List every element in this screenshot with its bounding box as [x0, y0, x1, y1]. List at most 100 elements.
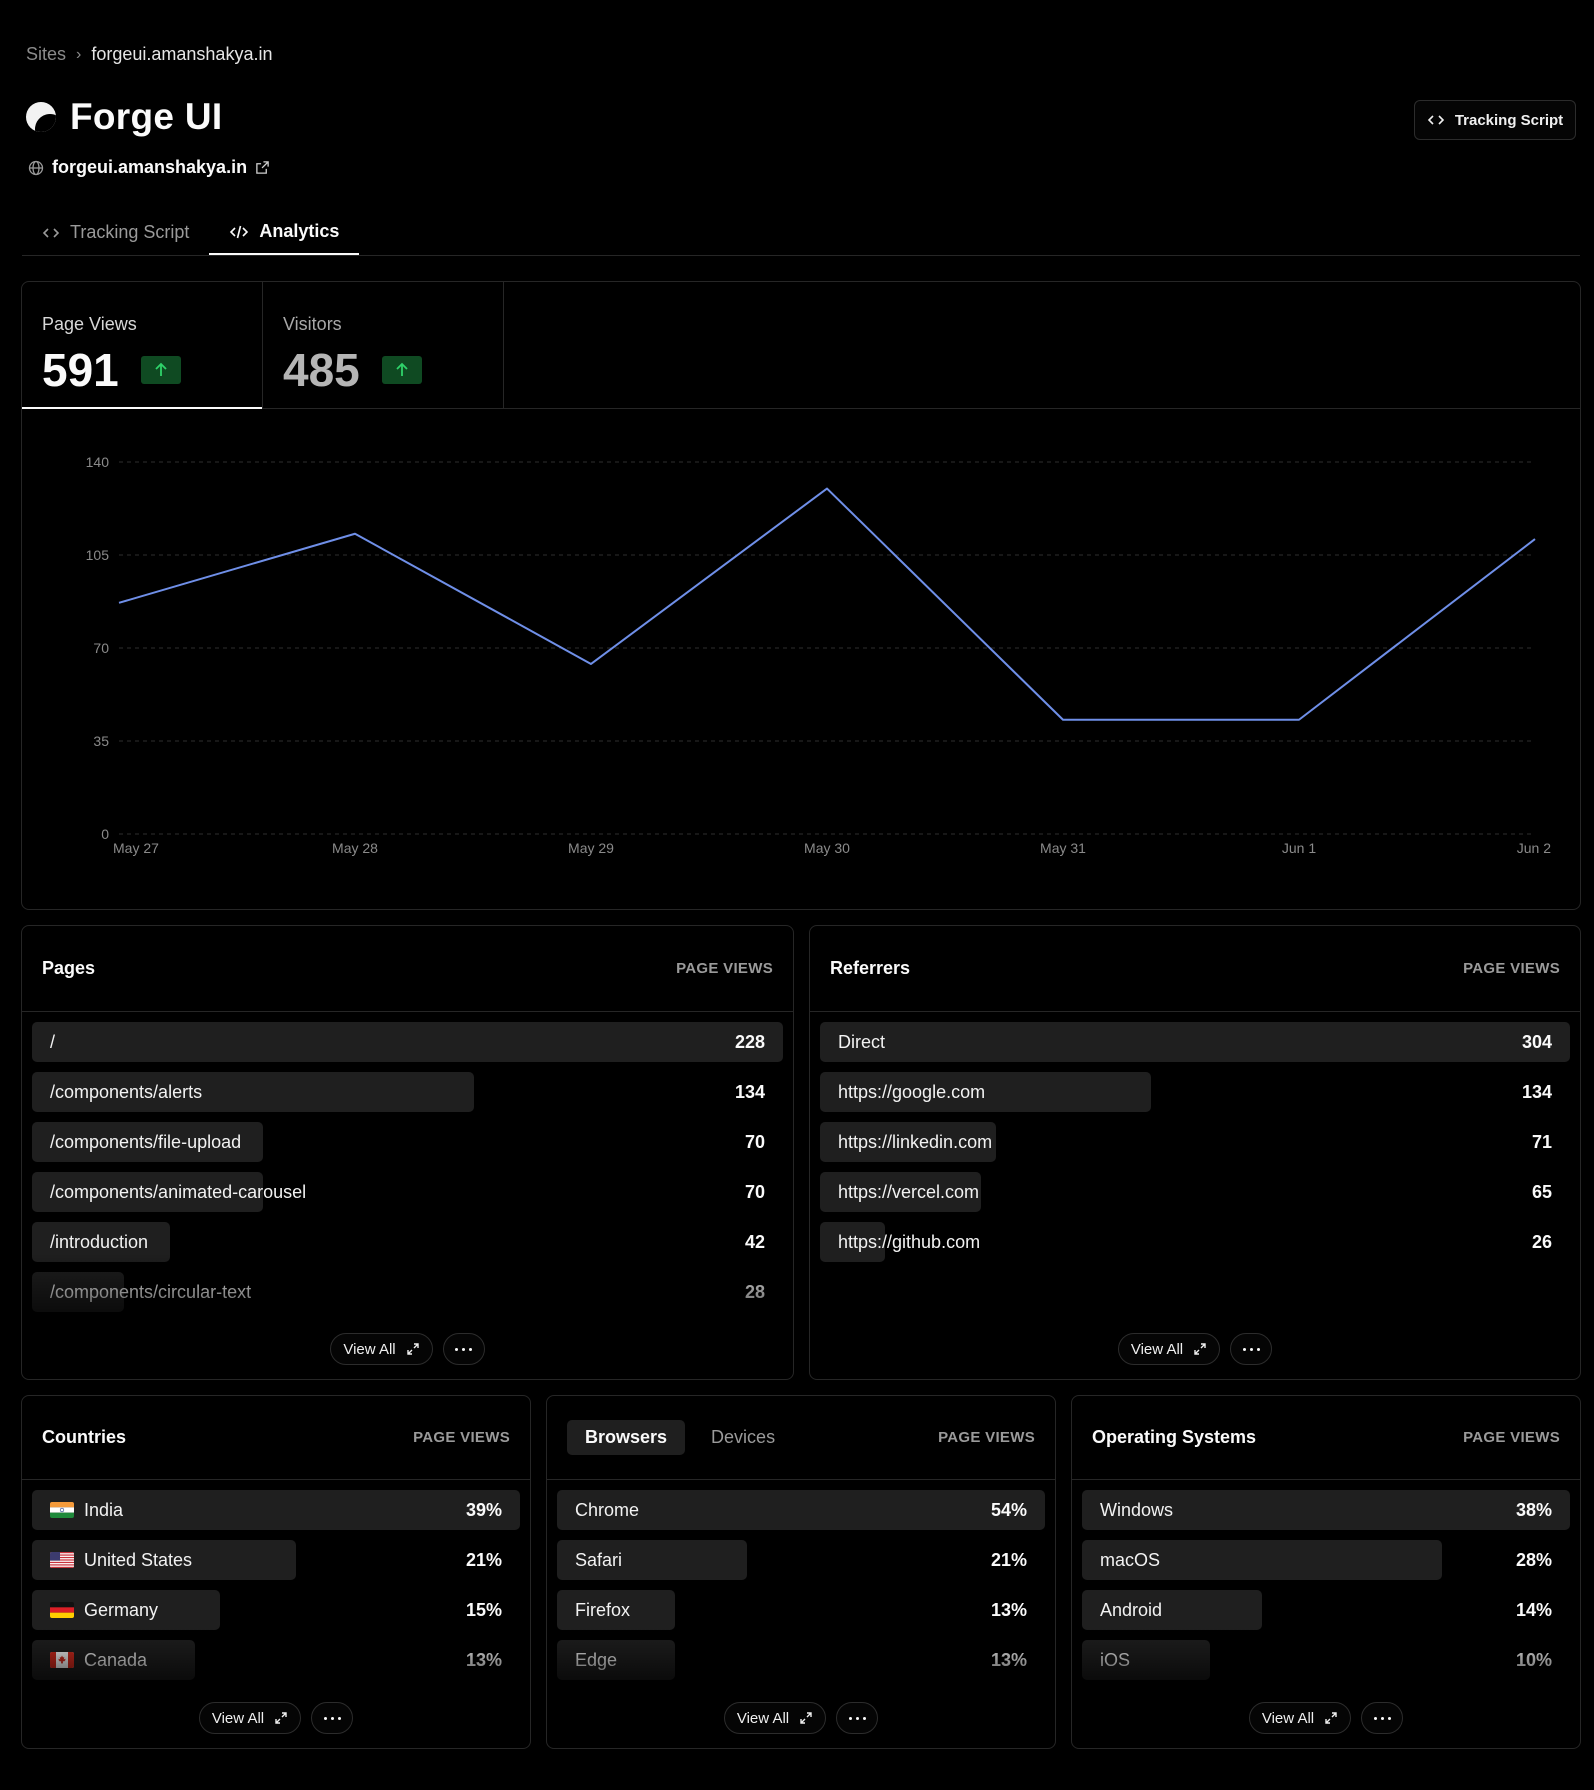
countries-row-india[interactable]: India 39%	[32, 1490, 520, 1530]
y-tick-label: 35	[93, 733, 109, 749]
column-header: PAGE VIEWS	[1463, 1429, 1560, 1446]
view-all-button[interactable]: View All	[1117, 1333, 1221, 1365]
chevron-right-icon: ›	[76, 45, 82, 63]
view-all-label: View All	[1130, 1340, 1184, 1358]
browsers-list: Chrome 54% Safari 21% Firefox 13% Edge 13%	[547, 1480, 1055, 1680]
row-value: 70	[744, 1131, 765, 1152]
row-value: 10%	[1515, 1649, 1552, 1670]
browsers-row-firefox[interactable]: Firefox 13%	[557, 1590, 1045, 1630]
expand-icon	[406, 1343, 419, 1355]
code-xml-icon	[230, 225, 249, 238]
row-value: 304	[1521, 1031, 1552, 1052]
analytics-chart-card: Page Views 591 Visitors 485 0 35 70 105 140 M…	[21, 281, 1581, 910]
code-icon	[1427, 115, 1444, 125]
browsers-row-safari[interactable]: Safari 21%	[557, 1540, 1045, 1580]
row-share-bar	[32, 1022, 783, 1062]
page-title: Forge UI	[70, 96, 223, 137]
tab-devices[interactable]: Devices	[693, 1420, 793, 1455]
view-all-button[interactable]: View All	[1248, 1702, 1352, 1734]
row-value: 42	[744, 1231, 765, 1252]
view-all-button[interactable]: View All	[330, 1333, 433, 1365]
pages-row-components-animated-carousel[interactable]: /components/animated-carousel 70	[32, 1172, 783, 1212]
countries-row-canada[interactable]: Canada 13%	[32, 1640, 520, 1680]
row-value: 26	[1531, 1231, 1552, 1252]
countries-row-united-states[interactable]: United States 21%	[32, 1540, 520, 1580]
view-all-button[interactable]: View All	[198, 1702, 302, 1734]
more-horizontal-icon	[848, 1716, 866, 1720]
y-tick-label: 70	[93, 640, 109, 656]
row-value: 134	[734, 1081, 765, 1102]
series-line	[118, 487, 1536, 721]
pages-row-root[interactable]: / 228	[32, 1022, 783, 1062]
referrers-card: Referrers PAGE VIEWS Direct 304 https://go…	[809, 925, 1581, 1380]
row-label: Firefox	[575, 1599, 631, 1620]
browsers-row-chrome[interactable]: Chrome 54%	[557, 1490, 1045, 1530]
browsers-row-edge[interactable]: Edge 13%	[557, 1640, 1045, 1680]
site-domain[interactable]: forgeui.amanshakya.in	[28, 157, 270, 178]
row-label: https://vercel.com	[838, 1181, 980, 1202]
pages-row-components-file-upload[interactable]: /components/file-upload 70	[32, 1122, 783, 1162]
stat-page-views[interactable]: Page Views 591	[22, 282, 263, 409]
more-options-button[interactable]	[1230, 1333, 1273, 1365]
card-title: Countries	[42, 1427, 127, 1447]
pages-card: Pages PAGE VIEWS / 228/components/alerts 1…	[21, 925, 794, 1380]
pages-row-components-circular-text[interactable]: /components/circular-text 28	[32, 1272, 783, 1312]
row-value: 39%	[465, 1499, 502, 1520]
referrers-row-https-google-com[interactable]: https://google.com 134	[820, 1072, 1570, 1112]
row-value: 15%	[465, 1599, 502, 1620]
countries-row-germany[interactable]: Germany 15%	[32, 1590, 520, 1630]
y-tick-label: 140	[86, 454, 110, 470]
row-value: 71	[1531, 1131, 1552, 1152]
os-row-ios[interactable]: iOS 10%	[1082, 1640, 1570, 1680]
breadcrumb-sites-link[interactable]: Sites	[26, 44, 66, 65]
referrers-row-https-github-com[interactable]: https://github.com 26	[820, 1222, 1570, 1262]
more-options-button[interactable]	[836, 1702, 879, 1734]
trend-up-badge	[381, 356, 422, 384]
row-value: 13%	[990, 1649, 1027, 1670]
tracking-script-button[interactable]: Tracking Script	[1414, 100, 1576, 140]
more-options-button[interactable]	[1361, 1702, 1404, 1734]
referrers-row-https-linkedin-com[interactable]: https://linkedin.com 71	[820, 1122, 1570, 1162]
row-label: /components/file-upload	[50, 1131, 242, 1152]
row-value: 134	[1521, 1081, 1552, 1102]
y-tick-label: 105	[86, 547, 110, 563]
breadcrumb: Sites › forgeui.amanshakya.in	[26, 44, 272, 65]
row-value: 21%	[990, 1549, 1027, 1570]
row-label: macOS	[1100, 1549, 1161, 1570]
more-options-button[interactable]	[311, 1702, 354, 1734]
row-label: India	[84, 1499, 124, 1520]
pages-row-introduction[interactable]: /introduction 42	[32, 1222, 783, 1262]
row-value: 54%	[990, 1499, 1027, 1520]
view-all-label: View All	[1261, 1709, 1315, 1727]
row-label: Android	[1100, 1599, 1163, 1620]
stat-visitors[interactable]: Visitors 485	[263, 282, 504, 408]
referrers-row-https-vercel-com[interactable]: https://vercel.com 65	[820, 1172, 1570, 1212]
pages-row-components-alerts[interactable]: /components/alerts 134	[32, 1072, 783, 1112]
site-domain-link[interactable]: forgeui.amanshakya.in	[52, 157, 247, 178]
row-label: Chrome	[575, 1499, 640, 1520]
trend-up-badge	[140, 356, 181, 384]
pages-list: / 228/components/alerts 134/components/fil…	[22, 1012, 793, 1312]
row-value: 21%	[465, 1549, 502, 1570]
row-label: Direct	[838, 1031, 886, 1052]
row-label: https://linkedin.com	[838, 1131, 993, 1152]
x-tick-label: May 30	[804, 840, 850, 856]
os-row-macos[interactable]: macOS 28%	[1082, 1540, 1570, 1580]
row-value: 28%	[1515, 1549, 1552, 1570]
row-value: 28	[744, 1281, 765, 1302]
more-options-button[interactable]	[442, 1333, 485, 1365]
tab-browsers[interactable]: Browsers	[567, 1420, 686, 1455]
x-tick-label: Jun 2	[1517, 840, 1551, 856]
external-link-icon[interactable]	[255, 160, 270, 175]
os-row-windows[interactable]: Windows 38%	[1082, 1490, 1570, 1530]
tab-label: Tracking Script	[70, 222, 190, 242]
os-row-android[interactable]: Android 14%	[1082, 1590, 1570, 1630]
column-header: PAGE VIEWS	[413, 1429, 510, 1446]
more-horizontal-icon	[1242, 1347, 1260, 1351]
row-label: /components/animated-carousel	[50, 1181, 307, 1202]
row-label: Safari	[575, 1549, 623, 1570]
tab-tracking-script[interactable]: Tracking Script	[22, 210, 209, 255]
referrers-row-direct[interactable]: Direct 304	[820, 1022, 1570, 1062]
tab-analytics[interactable]: Analytics	[209, 210, 360, 255]
view-all-button[interactable]: View All	[723, 1702, 827, 1734]
